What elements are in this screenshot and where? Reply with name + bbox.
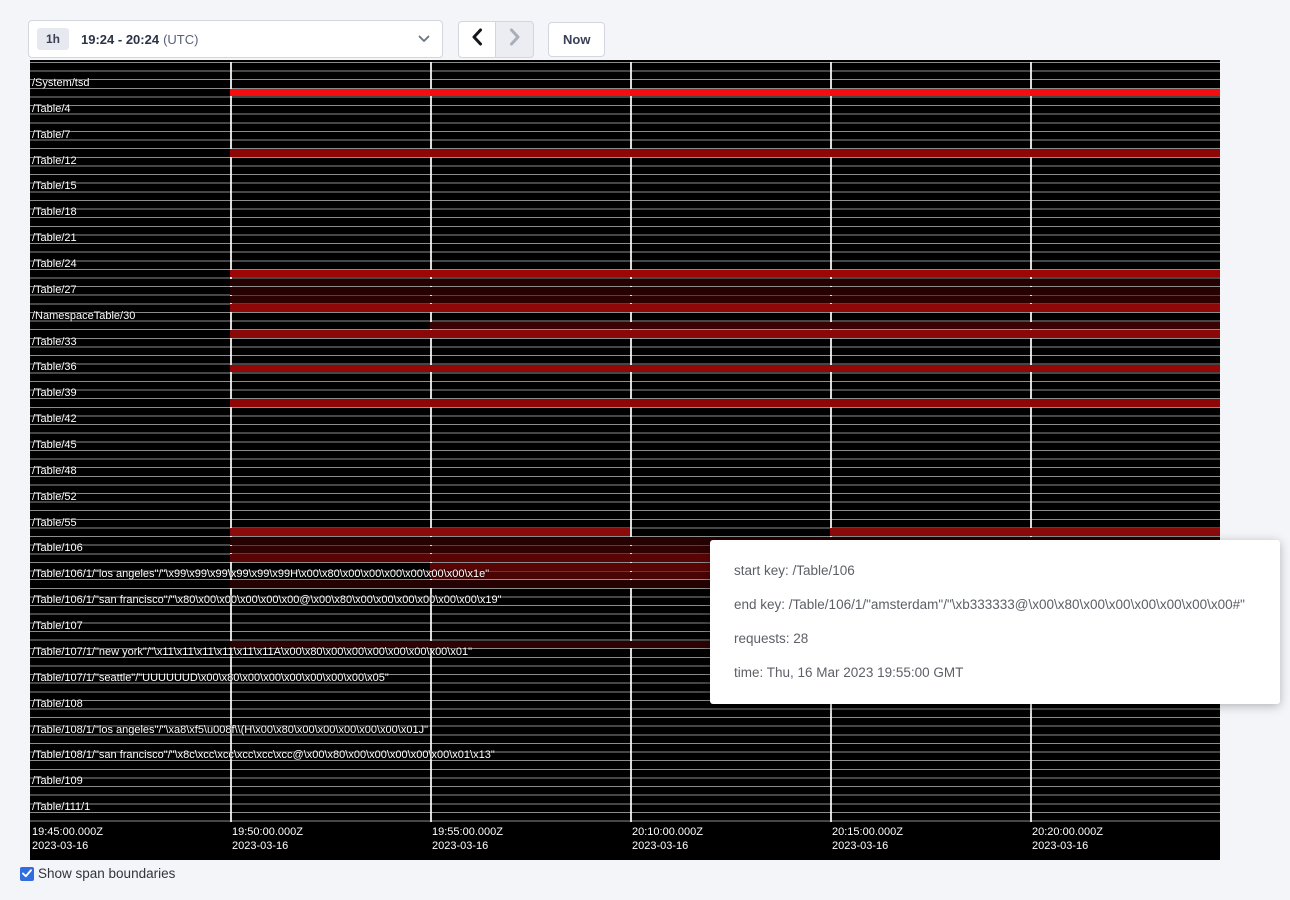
span-row-label: /Table/106	[32, 541, 83, 555]
span-tooltip: start key: /Table/106 end key: /Table/106…	[710, 540, 1280, 704]
heat-band	[230, 296, 1220, 304]
now-button[interactable]: Now	[548, 22, 605, 57]
axis-date-label: 2023-03-16	[832, 839, 903, 853]
show-span-boundaries-control[interactable]: Show span boundaries	[20, 866, 175, 881]
axis-time-label: 19:45:00.000Z	[32, 825, 103, 839]
span-row-label: /System/tsd	[32, 76, 89, 90]
heat-band	[230, 528, 630, 536]
chevron-down-icon	[418, 35, 430, 43]
span-row-label: /Table/108/1/"los angeles"/"\xa8\xf5\u00…	[32, 723, 428, 737]
span-row-label: /Table/7	[32, 128, 71, 142]
tooltip-line-start-key: start key: /Table/106	[734, 560, 1256, 581]
heat-band	[230, 287, 1220, 295]
column-boundary-line	[630, 62, 632, 822]
checkbox-checked-icon[interactable]	[20, 867, 34, 881]
chevron-left-icon	[471, 28, 483, 51]
chevron-right-icon	[509, 28, 521, 51]
column-boundary-line	[230, 62, 232, 822]
span-row-label: /Table/33	[32, 335, 77, 349]
span-row-label: /Table/24	[32, 257, 77, 271]
heat-band	[230, 89, 1220, 97]
range-text: 19:24 - 20:24	[81, 32, 159, 47]
heat-band	[230, 149, 1220, 157]
heat-band	[230, 270, 1220, 278]
axis-time-label: 20:15:00.000Z	[832, 825, 903, 839]
span-row-label: /Table/52	[32, 490, 77, 504]
column-boundary-line	[830, 62, 832, 822]
axis-date-label: 2023-03-16	[1032, 839, 1103, 853]
heat-band	[230, 365, 1220, 373]
tooltip-line-requests: requests: 28	[734, 628, 1256, 649]
span-row-label: /Table/55	[32, 516, 77, 530]
heat-band	[230, 330, 1220, 338]
span-row-label: /Table/4	[32, 102, 71, 116]
span-row-label: /Table/36	[32, 360, 77, 374]
checkbox-label: Show span boundaries	[38, 866, 175, 881]
span-row-label: /Table/27	[32, 283, 77, 297]
axis-tick: 19:50:00.000Z2023-03-16	[232, 825, 303, 853]
key-visualizer-canvas[interactable]: /System/tsd/Table/4/Table/7/Table/12/Tab…	[30, 60, 1220, 860]
span-row-label: /Table/21	[32, 231, 77, 245]
next-time-button[interactable]	[496, 21, 534, 58]
axis-date-label: 2023-03-16	[32, 839, 103, 853]
heat-band	[830, 528, 1220, 536]
tooltip-line-time: time: Thu, 16 Mar 2023 19:55:00 GMT	[734, 662, 1256, 683]
span-row-label: /Table/108	[32, 697, 83, 711]
heat-band	[230, 279, 1220, 287]
axis-tick: 20:15:00.000Z2023-03-16	[832, 825, 903, 853]
span-row-label: /Table/106/1/"los angeles"/"\x99\x99\x99…	[32, 567, 489, 581]
tooltip-line-end-key: end key: /Table/106/1/"amsterdam"/"\xb33…	[734, 594, 1256, 615]
span-row-label: /Table/12	[32, 154, 77, 168]
span-row-label: /Table/18	[32, 205, 77, 219]
time-range-select[interactable]: 1h 19:24 - 20:24 (UTC)	[28, 20, 443, 58]
span-row-label: /Table/107/1/"seattle"/"UUUUUUD\x00\x80\…	[32, 671, 389, 685]
prev-time-button[interactable]	[458, 21, 496, 58]
time-nav-group	[458, 21, 534, 58]
heat-band	[230, 304, 1220, 312]
axis-time-label: 20:20:00.000Z	[1032, 825, 1103, 839]
axis-time-label: 19:55:00.000Z	[432, 825, 503, 839]
range-preset-badge: 1h	[37, 28, 69, 50]
toolbar: 1h 19:24 - 20:24 (UTC) Now	[0, 0, 1290, 60]
column-boundary-line	[430, 62, 432, 822]
axis-time-label: 19:50:00.000Z	[232, 825, 303, 839]
span-row-label: /Table/109	[32, 774, 83, 788]
span-row-label: /Table/48	[32, 464, 77, 478]
axis-date-label: 2023-03-16	[232, 839, 303, 853]
axis-date-label: 2023-03-16	[632, 839, 703, 853]
heatmap-gridlines	[30, 62, 1220, 822]
range-zone: (UTC)	[163, 32, 198, 47]
axis-tick: 20:20:00.000Z2023-03-16	[1032, 825, 1103, 853]
axis-date-label: 2023-03-16	[432, 839, 503, 853]
span-row-label: /NamespaceTable/30	[32, 309, 135, 323]
heat-band	[230, 399, 1220, 407]
span-row-label: /Table/107	[32, 619, 83, 633]
span-row-label: /Table/111/1	[32, 800, 90, 814]
span-row-label: /Table/107/1/"new york"/"\x11\x11\x11\x1…	[32, 645, 472, 659]
span-row-label: /Table/106/1/"san francisco"/"\x80\x00\x…	[32, 593, 502, 607]
span-row-label: /Table/45	[32, 438, 77, 452]
axis-tick: 19:45:00.000Z2023-03-16	[32, 825, 103, 853]
heat-band	[430, 322, 1220, 330]
span-row-label: /Table/39	[32, 386, 77, 400]
axis-tick: 19:55:00.000Z2023-03-16	[432, 825, 503, 853]
axis-time-label: 20:10:00.000Z	[632, 825, 703, 839]
span-row-label: /Table/15	[32, 179, 77, 193]
axis-tick: 20:10:00.000Z2023-03-16	[632, 825, 703, 853]
span-row-label: /Table/108/1/"san francisco"/"\x8c\xcc\x…	[32, 748, 495, 762]
column-boundary-line	[1030, 62, 1032, 822]
span-row-label: /Table/42	[32, 412, 77, 426]
